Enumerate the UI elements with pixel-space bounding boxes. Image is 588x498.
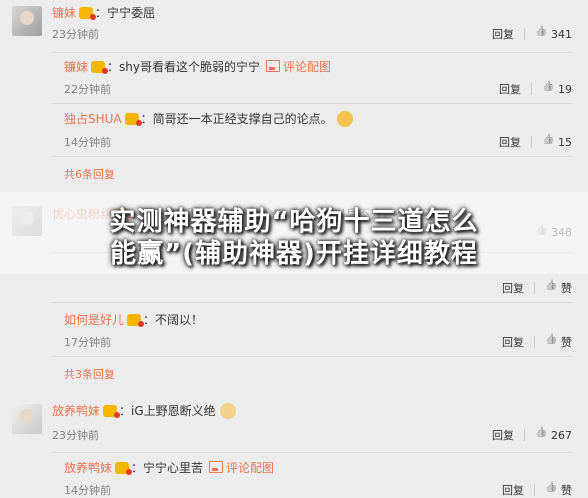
banner-line-2: 能赢”(辅助神器)开挂详细教程: [110, 239, 478, 269]
reply-2-2: 如何是好儿 ：不阔以！ 17分钟前 回复 赞: [0, 308, 588, 352]
reply-button[interactable]: 回复: [502, 334, 524, 350]
vip-badge-icon: [115, 462, 133, 475]
divider: [534, 484, 535, 496]
separator: [52, 156, 572, 157]
comment-text: ：宁宁委屈: [95, 6, 156, 20]
timestamp: 22分钟前: [64, 83, 111, 96]
comment-3: 放养鸭妹 ：iG上野恩断义绝 23分钟前 回复 267: [0, 398, 588, 446]
headline-banner: 实测神器辅助“哈狗十三道怎么 能赢”(辅助神器)开挂详细教程: [0, 206, 588, 270]
divider: [524, 429, 525, 441]
comment-body: 放养鸭妹 ：iG上野恩断义绝: [52, 402, 236, 419]
like-count: 15: [558, 135, 572, 149]
reply-button[interactable]: 回复: [499, 81, 521, 97]
divider: [531, 136, 532, 148]
like-count: 19: [558, 82, 572, 96]
comment-text: ：iG上野恩断义绝: [119, 404, 216, 418]
reply-text: ：shy哥看看这个脆弱的宁宁: [107, 60, 260, 74]
like-icon[interactable]: [545, 282, 557, 294]
timestamp: 23分钟前: [52, 429, 99, 442]
author-link[interactable]: 如何是好儿: [64, 313, 124, 327]
like-icon[interactable]: [535, 429, 547, 441]
view-more-replies-link[interactable]: 共3条回复: [64, 366, 115, 382]
comment-image-link[interactable]: 评论配图: [283, 60, 331, 74]
separator: [52, 356, 572, 357]
reply-button[interactable]: 回复: [502, 280, 524, 296]
like-icon[interactable]: [545, 336, 557, 348]
separator: [52, 103, 572, 104]
timestamp: 14分钟前: [64, 136, 111, 149]
like-count: 267: [551, 428, 572, 442]
vip-badge-icon: [127, 314, 145, 327]
reply-1-2: 独占SHUA ：简哥还一本正经支撑自己的论点。 14分钟前 回复 15: [0, 108, 588, 152]
like-count: 赞: [561, 336, 572, 349]
reply-button[interactable]: 回复: [492, 427, 514, 443]
reply-1-1: 镰妹 ：shy哥看看这个脆弱的宁宁 评论配图 22分钟前 回复 19: [0, 55, 588, 99]
reply-body: 如何是好儿 ：不阔以！: [64, 311, 203, 328]
doge-emoji-icon: [336, 111, 353, 127]
divider: [531, 83, 532, 95]
image-icon: [209, 461, 224, 473]
timestamp: 17分钟前: [64, 336, 111, 349]
reply-text: ：不阔以！: [143, 313, 204, 327]
divider: [524, 28, 525, 40]
reply-actions: 回复 19: [499, 81, 572, 97]
like-icon[interactable]: [545, 484, 557, 496]
like-count: 赞: [561, 282, 572, 295]
like-count: 341: [551, 27, 572, 41]
author-link[interactable]: 独占SHUA: [64, 112, 122, 126]
vip-badge-icon: [79, 7, 97, 20]
reply-body: 放养鸭妹 ：宁宁心里苦 评论配图: [64, 459, 274, 476]
dog-emoji-icon: [219, 403, 236, 419]
author-link[interactable]: 放养鸭妹: [64, 461, 112, 475]
avatar[interactable]: [12, 6, 42, 36]
image-icon: [265, 60, 280, 72]
vip-badge-icon: [103, 405, 121, 418]
reply-button[interactable]: 回复: [492, 26, 514, 42]
reply-body: 镰妹 ：shy哥看看这个脆弱的宁宁 评论配图: [64, 58, 331, 75]
reply-text: ：宁宁心里苦: [131, 461, 204, 475]
view-more-replies-link[interactable]: 共6条回复: [64, 166, 115, 182]
banner-line-1: 实测神器辅助“哈狗十三道怎么: [109, 207, 479, 237]
like-icon[interactable]: [542, 83, 554, 95]
comment-1: 镰妹 ：宁宁委屈 23分钟前 回复 341: [0, 0, 588, 48]
reply-3-1: 放养鸭妹：宁宁心里苦评论配图 14分钟前 回复 赞: [0, 456, 588, 497]
author-link[interactable]: 镰妹: [64, 60, 88, 74]
reply-actions: 回复 15: [499, 134, 572, 150]
comment-actions: 回复 267: [492, 427, 572, 443]
divider: [534, 282, 535, 294]
timestamp: 23分钟前: [52, 28, 99, 41]
vip-badge-icon: [91, 61, 109, 74]
reply-actions: 回复 赞: [502, 280, 572, 296]
separator: [52, 302, 572, 303]
author-link[interactable]: 镰妹: [52, 6, 76, 20]
comment-body: 镰妹 ：宁宁委屈: [52, 4, 155, 21]
like-icon[interactable]: [542, 136, 554, 148]
vip-badge-icon: [124, 113, 142, 126]
like-icon[interactable]: [535, 28, 547, 40]
reply-actions: 回复 赞: [502, 334, 572, 350]
reply-button[interactable]: 回复: [499, 134, 521, 150]
reply-2-1: 回复 赞: [0, 276, 588, 300]
reply-body: 独占SHUA ：简哥还一本正经支撑自己的论点。: [64, 110, 353, 127]
comment-image-link[interactable]: 评论配图: [226, 461, 274, 475]
comment-actions: 回复 341: [492, 26, 572, 42]
divider: [534, 336, 535, 348]
reply-text: ：简哥还一本正经支撑自己的论点。: [140, 112, 333, 126]
author-link[interactable]: 放养鸭妹: [52, 404, 100, 418]
avatar[interactable]: [12, 404, 42, 434]
